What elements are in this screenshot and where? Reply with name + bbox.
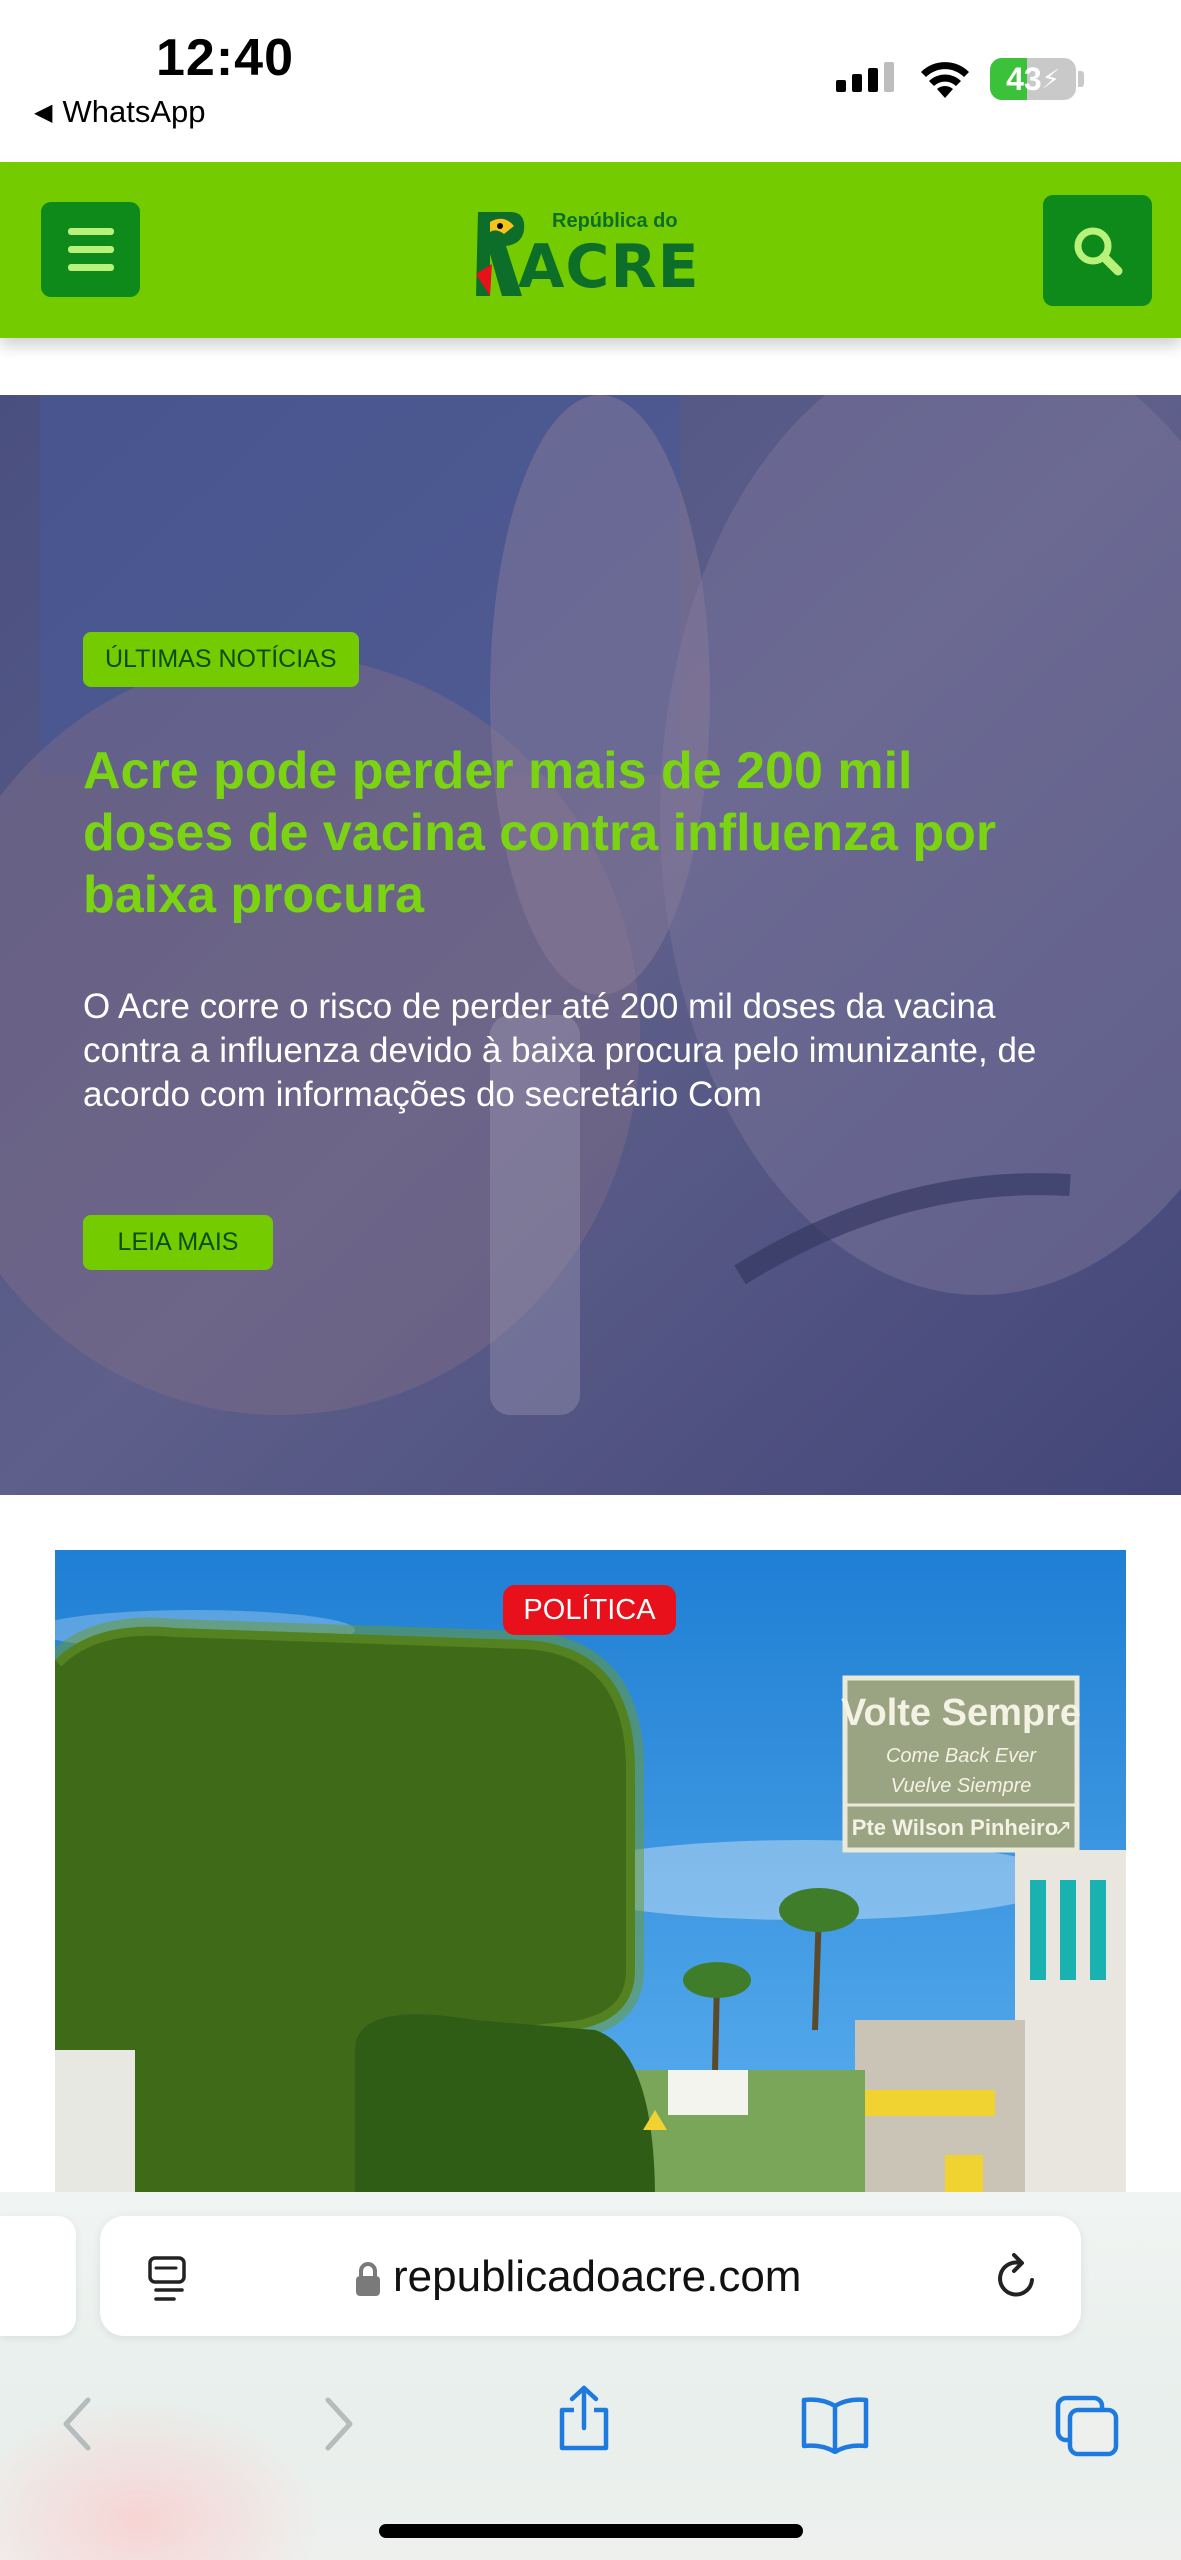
menu-icon xyxy=(67,228,114,235)
sign-title: Volte Sempre xyxy=(841,1692,1081,1734)
browser-toolbar xyxy=(0,2372,1181,2482)
sign-line-3: Vuelve Siempre xyxy=(891,1775,1032,1797)
menu-button[interactable] xyxy=(41,202,140,297)
clock: 12:40 xyxy=(156,29,294,87)
back-triangle-icon: ◀ xyxy=(34,98,53,126)
article-excerpt: O Acre corre o risco de perder até 200 m… xyxy=(83,987,1037,1114)
wifi-icon xyxy=(921,62,969,98)
cellular-signal-icon xyxy=(836,62,894,92)
forward-icon[interactable] xyxy=(318,2394,358,2454)
sign-line-4: Pte Wilson Pinheiro xyxy=(852,1815,1058,1840)
share-icon[interactable] xyxy=(556,2384,612,2454)
lock-icon xyxy=(356,2262,380,2296)
city-sign-photo: Volte Sempre Come Back Ever Vuelve Siemp… xyxy=(55,1550,1126,2200)
logo-big-text: ACRE xyxy=(518,232,700,302)
news-category-tag[interactable]: ÚLTIMAS NOTÍCIAS xyxy=(83,632,359,687)
reader-icon[interactable] xyxy=(146,2254,190,2304)
battery-cap xyxy=(1078,71,1084,87)
reload-icon[interactable] xyxy=(992,2250,1042,2304)
bookmarks-icon[interactable] xyxy=(800,2394,870,2454)
search-button[interactable] xyxy=(1043,195,1152,306)
home-indicator[interactable] xyxy=(379,2524,803,2538)
search-icon xyxy=(1074,227,1122,275)
article-headline[interactable]: Acre pode perder mais de 200 mil doses d… xyxy=(83,740,1043,926)
site-logo[interactable]: República do ACRE xyxy=(470,202,710,302)
arrow-ne-icon: ↗ xyxy=(1054,1816,1072,1841)
status-bar: 12:40 ◀ WhatsApp 43 ⚡ xyxy=(0,0,1181,162)
featured-article[interactable]: ÚLTIMAS NOTÍCIAS Acre pode perder mais d… xyxy=(0,395,1181,1495)
back-icon[interactable] xyxy=(58,2394,98,2454)
vaccine-photo xyxy=(0,395,1181,1495)
battery-level: 43 xyxy=(1006,60,1042,97)
address-bar[interactable]: republicadoacre.com xyxy=(100,2216,1081,2336)
category-badge[interactable]: POLÍTICA xyxy=(503,1585,676,1635)
back-app-label: WhatsApp xyxy=(62,94,206,129)
url-text[interactable]: republicadoacre.com xyxy=(393,2252,801,2302)
site-header: República do ACRE xyxy=(0,162,1181,338)
sign-line-2: Come Back Ever xyxy=(886,1745,1037,1767)
previous-tab-preview[interactable] xyxy=(0,2216,76,2336)
logo-small-text: República do xyxy=(552,210,678,232)
back-to-app-link[interactable]: ◀ WhatsApp xyxy=(34,94,205,130)
browser-chrome: republicadoacre.com xyxy=(0,2192,1181,2560)
article-card-image[interactable]: Volte Sempre Come Back Ever Vuelve Siemp… xyxy=(55,1550,1126,2200)
battery-icon: 43 ⚡ xyxy=(990,58,1076,100)
tabs-icon[interactable] xyxy=(1054,2394,1120,2458)
read-more-button[interactable]: LEIA MAIS xyxy=(83,1215,273,1270)
